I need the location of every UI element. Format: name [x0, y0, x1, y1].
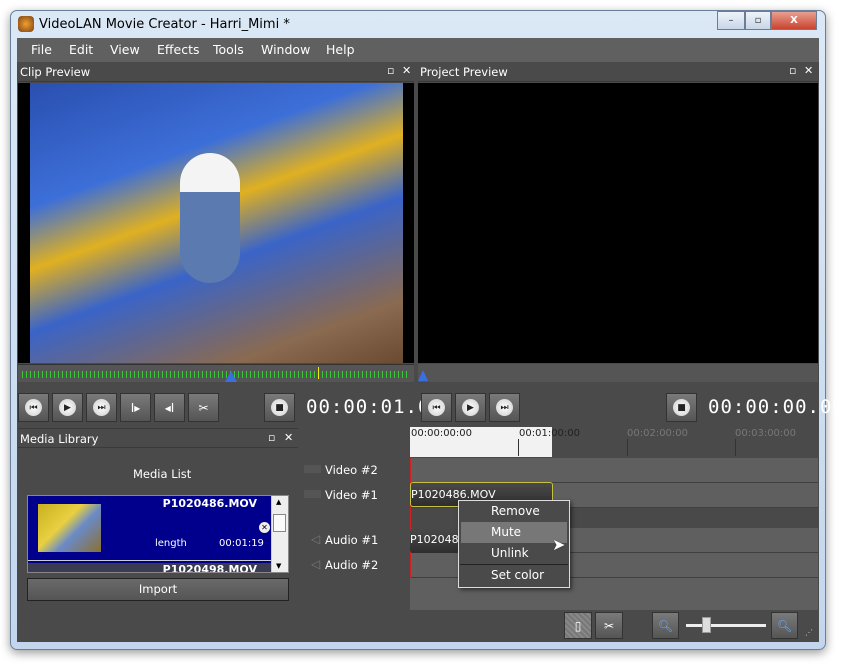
- select-tool-button[interactable]: ▯: [564, 612, 592, 639]
- cut-button[interactable]: ✂: [188, 393, 219, 422]
- track-label: Audio #1: [325, 533, 379, 547]
- menu-item-remove[interactable]: Remove: [461, 501, 567, 522]
- delete-media-icon[interactable]: ✕: [259, 522, 270, 533]
- media-library-header: Media Library: [18, 428, 298, 448]
- menu-tools[interactable]: Tools: [213, 42, 244, 57]
- previous-icon: ⏮: [428, 399, 445, 416]
- playhead[interactable]: [410, 458, 411, 578]
- track-label: Video #1: [325, 488, 378, 502]
- project-video-frame: [418, 83, 818, 363]
- speaker-icon: ◁: [311, 532, 321, 546]
- project-seek-bar[interactable]: [418, 364, 818, 382]
- tick-label: 00:03:00:00: [735, 428, 797, 439]
- timeline-ruler[interactable]: 00:00:00:00 00:01:00:00 00:02:00:00 00:0…: [410, 427, 818, 457]
- float-icon[interactable]: ▫: [268, 431, 275, 444]
- media-name: P1020486.MOV: [162, 497, 257, 510]
- zoom-in-button[interactable]: 🔍︎: [771, 612, 798, 639]
- close-dock-icon[interactable]: ✕: [402, 64, 411, 77]
- scrollbar-thumb[interactable]: [273, 514, 286, 532]
- menu-item-set-color[interactable]: Set color: [461, 565, 567, 586]
- scissors-icon: ✂: [603, 618, 615, 633]
- tick-label: 00:00:00:00: [411, 428, 473, 439]
- media-length: 00:01:19: [219, 538, 264, 549]
- menu-window[interactable]: Window: [261, 42, 310, 57]
- clip-previous-button[interactable]: ⏮: [18, 393, 49, 422]
- mark-in-button[interactable]: I▸: [120, 393, 151, 422]
- float-icon[interactable]: ▫: [789, 64, 796, 77]
- menu-view[interactable]: View: [110, 42, 140, 57]
- project-timecode: 00:00:00.00: [708, 396, 844, 418]
- scissors-icon: ✂: [198, 400, 209, 415]
- clip-video-image: [30, 83, 403, 363]
- close-dock-icon[interactable]: ✕: [804, 64, 813, 77]
- minimize-button[interactable]: –: [717, 11, 745, 30]
- clip-seek-bar[interactable]: [18, 364, 414, 382]
- track-label: Audio #2: [325, 558, 379, 572]
- menu-file[interactable]: File: [31, 42, 52, 57]
- mouse-icon: ▯: [574, 618, 582, 633]
- track-label: Video #2: [325, 463, 378, 477]
- menu-help[interactable]: Help: [326, 42, 355, 57]
- media-length-label: length: [155, 538, 187, 549]
- app-logo-icon: [18, 16, 34, 32]
- window-title: VideoLAN Movie Creator - Harri_Mimi *: [39, 17, 290, 32]
- clip-preview-title: Clip Preview: [20, 65, 91, 79]
- tick-label: 00:01:00:00: [519, 428, 581, 439]
- clip-play-button[interactable]: ▶: [52, 393, 83, 422]
- media-list-scrollbar[interactable]: ▲ ▼: [272, 496, 288, 572]
- media-thumbnail: [38, 504, 101, 552]
- tick-label: 00:02:00:00: [627, 428, 689, 439]
- scroll-down-icon[interactable]: ▼: [276, 562, 281, 570]
- media-name: P1020498.MOV: [162, 563, 257, 572]
- track-video-2[interactable]: [410, 458, 818, 483]
- previous-icon: ⏮: [25, 399, 42, 416]
- menu-edit[interactable]: Edit: [69, 42, 93, 57]
- media-list-label: Media List: [133, 467, 192, 481]
- video-track-icon: [304, 490, 321, 498]
- play-icon: ▶: [59, 399, 76, 416]
- zoom-slider-handle[interactable]: [702, 617, 711, 633]
- close-dock-icon[interactable]: ✕: [284, 431, 293, 444]
- scroll-up-icon[interactable]: ▲: [276, 498, 281, 506]
- media-library-title: Media Library: [20, 432, 99, 446]
- clip-stop-button[interactable]: ■: [264, 393, 295, 422]
- stop-icon: ■: [271, 399, 288, 416]
- audio-clip[interactable]: P1020486: [410, 528, 460, 553]
- maximize-button[interactable]: ▫: [745, 11, 771, 30]
- project-next-button[interactable]: ⏭: [489, 393, 520, 422]
- project-preview-header: Project Preview: [418, 62, 818, 82]
- razor-tool-button[interactable]: ✂: [595, 612, 623, 639]
- close-button[interactable]: X: [771, 11, 817, 30]
- resize-grip-icon[interactable]: ⋰: [805, 628, 813, 637]
- zoom-in-icon: 🔍︎: [776, 618, 793, 633]
- project-stop-button[interactable]: ■: [666, 393, 697, 422]
- video-track-icon: [304, 465, 321, 473]
- menu-effects[interactable]: Effects: [157, 42, 200, 57]
- media-item[interactable]: P1020498.MOV: [28, 561, 271, 572]
- speaker-icon: ◁: [311, 557, 321, 571]
- mark-out-icon: ◂I: [164, 400, 175, 415]
- play-icon: ▶: [462, 399, 479, 416]
- project-preview-title: Project Preview: [420, 65, 508, 79]
- clip-next-button[interactable]: ⏭: [86, 393, 117, 422]
- mark-out-button[interactable]: ◂I: [154, 393, 185, 422]
- import-button[interactable]: Import: [27, 578, 289, 601]
- seek-handle[interactable]: [225, 371, 237, 382]
- zoom-out-button[interactable]: 🔍︎: [652, 612, 679, 639]
- mark-in-icon: I▸: [130, 400, 141, 415]
- zoom-out-icon: 🔍︎: [657, 618, 674, 633]
- mouse-cursor-icon: ➤: [552, 535, 566, 554]
- media-item[interactable]: P1020486.MOV length 00:01:19 ✕: [28, 496, 271, 560]
- float-icon[interactable]: ▫: [387, 64, 394, 77]
- project-play-button[interactable]: ▶: [455, 393, 486, 422]
- project-previous-button[interactable]: ⏮: [421, 393, 452, 422]
- next-icon: ⏭: [496, 399, 513, 416]
- stop-icon: ■: [673, 399, 690, 416]
- next-icon: ⏭: [93, 399, 110, 416]
- clip-preview-header: Clip Preview: [18, 62, 414, 82]
- zoom-slider[interactable]: [686, 624, 766, 627]
